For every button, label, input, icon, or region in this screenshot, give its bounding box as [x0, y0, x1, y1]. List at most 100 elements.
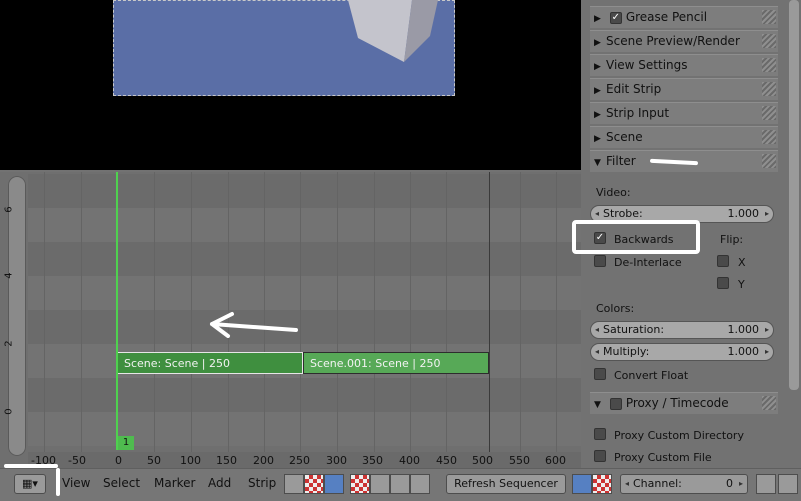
x-tick: 50 — [147, 454, 161, 467]
camera-icon[interactable] — [778, 474, 798, 494]
arrow-right-icon: ▸ — [764, 347, 769, 356]
y-tick: 2 — [3, 340, 15, 347]
panel-scene[interactable]: ▶ Scene — [590, 126, 778, 148]
panel-scrollbar[interactable] — [789, 0, 799, 390]
convert-float-label: Convert Float — [614, 369, 689, 382]
menu-select[interactable]: Select — [103, 476, 140, 490]
arrow-right-icon: ▸ — [764, 209, 769, 218]
triangle-right-icon: ▶ — [594, 62, 601, 72]
drag-handle-icon[interactable] — [762, 130, 776, 144]
proxy-custom-directory-label: Proxy Custom Directory — [614, 429, 744, 442]
drag-handle-icon[interactable] — [762, 10, 776, 24]
colors-label: Colors: — [596, 302, 635, 315]
menu-marker[interactable]: Marker — [154, 476, 195, 490]
arrow-left-icon: ◂ — [625, 479, 630, 488]
sequencer-icon: ▦▾ — [22, 477, 38, 490]
scene-strip[interactable]: Scene: Scene | 250 — [117, 352, 303, 374]
channel-label: Channel: — [633, 477, 682, 490]
proxy-checkbox[interactable] — [609, 397, 622, 410]
x-tick: 150 — [216, 454, 237, 467]
menu-view[interactable]: View — [62, 476, 90, 490]
display-channel-icon[interactable] — [350, 474, 370, 494]
deinterlace-checkbox[interactable] — [594, 255, 606, 267]
annotation-stroke — [4, 464, 58, 468]
channel-row — [28, 242, 581, 276]
panel-edit-strip[interactable]: ▶ Edit Strip — [590, 78, 778, 100]
slider-label: Saturation: — [603, 323, 665, 336]
flip-x-label: X — [738, 256, 746, 269]
annotation-stroke — [56, 468, 60, 496]
panel-view-settings[interactable]: ▶ View Settings — [590, 54, 778, 76]
drag-handle-icon[interactable] — [762, 82, 776, 96]
view-type-preview-icon[interactable] — [304, 474, 324, 494]
x-tick: 500 — [472, 454, 493, 467]
channel-row — [28, 276, 581, 310]
channel-row — [28, 378, 581, 412]
menu-strip[interactable]: Strip — [248, 476, 276, 490]
playhead[interactable] — [116, 172, 118, 450]
arrow-left-icon: ◂ — [595, 347, 600, 356]
drag-handle-icon[interactable] — [762, 106, 776, 120]
panel-title: Proxy / Timecode — [625, 396, 729, 410]
panel-scene-preview-render[interactable]: ▶ Scene Preview/Render — [590, 30, 778, 52]
panel-title: Strip Input — [606, 106, 670, 120]
grease-pencil-checkbox[interactable]: ✓ — [609, 11, 622, 24]
panel-strip-input[interactable]: ▶ Strip Input — [590, 102, 778, 124]
video-label: Video: — [596, 186, 631, 199]
channel-field[interactable]: ◂ Channel: 0 ▸ — [620, 474, 748, 494]
cube-render — [348, 0, 438, 62]
x-tick: 550 — [509, 454, 530, 467]
panel-grease-pencil[interactable]: ▶ ✓ Grease Pencil — [590, 6, 778, 28]
x-tick: 100 — [180, 454, 201, 467]
flip-y-label: Y — [738, 278, 745, 291]
drag-handle-icon[interactable] — [762, 154, 776, 168]
triangle-right-icon: ▶ — [594, 86, 601, 96]
slider-value: 1.000 — [727, 345, 760, 358]
slider-label: Multiply: — [603, 345, 650, 358]
display-gpencil-icon[interactable] — [410, 474, 430, 494]
triangle-right-icon: ▶ — [594, 38, 601, 48]
overlay-toggle-icon[interactable] — [572, 474, 592, 494]
channel-row — [28, 310, 581, 344]
triangle-right-icon: ▶ — [594, 110, 601, 120]
proxy-custom-file-label: Proxy Custom File — [614, 451, 712, 464]
view-type-both-icon[interactable] — [324, 474, 344, 494]
scene-strip[interactable]: Scene.001: Scene | 250 — [303, 352, 489, 374]
x-tick: 400 — [399, 454, 420, 467]
panel-title: Scene — [606, 130, 643, 144]
refresh-sequencer-button[interactable]: Refresh Sequencer — [446, 474, 566, 494]
panel-title: Filter — [606, 154, 636, 168]
flip-y-checkbox[interactable] — [717, 277, 729, 289]
panel-title: Scene Preview/Render — [606, 34, 740, 48]
channel-value: 0 — [726, 477, 733, 490]
current-frame-badge: 1 — [118, 436, 134, 450]
x-tick: 300 — [326, 454, 347, 467]
convert-float-checkbox[interactable] — [594, 368, 606, 380]
saturation-slider[interactable]: ◂ Saturation: 1.000 ▸ — [590, 321, 774, 339]
drag-handle-icon[interactable] — [762, 34, 776, 48]
panel-title: View Settings — [606, 58, 688, 72]
display-waveform-icon[interactable] — [370, 474, 390, 494]
y-tick: 6 — [3, 206, 15, 213]
triangle-down-icon: ▼ — [594, 158, 601, 168]
editor-type-menu[interactable]: ▦▾ — [14, 474, 46, 494]
ghost-icon[interactable] — [756, 474, 776, 494]
proxy-custom-file-checkbox[interactable] — [594, 450, 606, 462]
annotation-arrow — [210, 312, 298, 338]
view-type-sequencer-icon[interactable] — [284, 474, 304, 494]
arrow-right-icon: ▸ — [764, 325, 769, 334]
channel-row — [28, 208, 581, 242]
y-tick: 4 — [3, 272, 15, 279]
x-tick: 350 — [362, 454, 383, 467]
flip-x-checkbox[interactable] — [717, 255, 729, 267]
menu-add[interactable]: Add — [208, 476, 231, 490]
proxy-custom-directory-checkbox[interactable] — [594, 428, 606, 440]
overlay-checker-icon[interactable] — [592, 474, 612, 494]
panel-proxy-timecode[interactable]: ▼ Proxy / Timecode — [590, 392, 778, 414]
panel-title: Grease Pencil — [625, 10, 708, 24]
drag-handle-icon[interactable] — [762, 58, 776, 72]
drag-handle-icon[interactable] — [762, 396, 776, 410]
multiply-slider[interactable]: ◂ Multiply: 1.000 ▸ — [590, 343, 774, 361]
display-overlay-icon[interactable] — [390, 474, 410, 494]
x-tick: 250 — [289, 454, 310, 467]
